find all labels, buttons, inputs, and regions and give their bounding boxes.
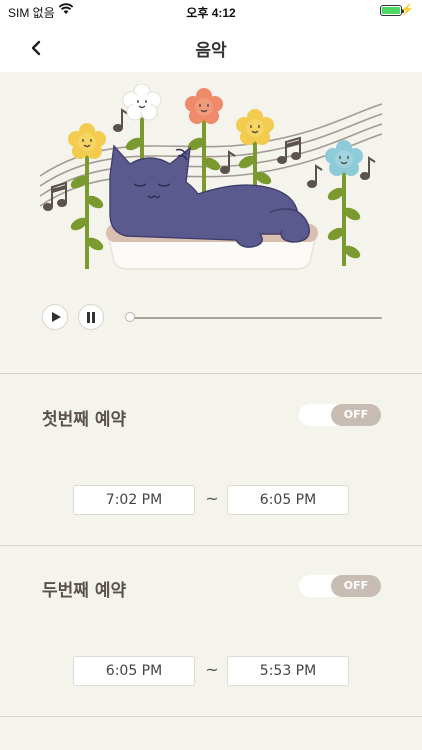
pause-icon [87,312,95,323]
reservation-1-end-time[interactable]: 6:05 PM [227,485,349,515]
progress-track[interactable] [130,317,382,319]
divider [0,716,422,717]
flower-blue [325,140,363,266]
battery-icon [380,5,404,16]
reservation-2-start-time[interactable]: 6:05 PM [73,656,195,686]
reservation-2-toggle[interactable]: OFF [299,575,381,597]
reservation-2-end-time[interactable]: 5:53 PM [227,656,349,686]
divider [0,373,422,374]
flower-orange [185,88,223,194]
reservation-1-title: 첫번째 예약 [42,410,127,430]
chevron-left-icon [31,40,41,56]
page-title: 음악 [195,41,227,61]
nav-bar: 음악 [0,24,422,72]
time-separator: ~ [205,660,219,679]
toggle-knob: OFF [331,404,381,426]
charging-icon: ⚡ [400,4,414,16]
status-bar: SIM 없음 오후 4:12 ⚡ [0,0,422,24]
divider [0,545,422,546]
pause-button[interactable] [78,304,104,330]
time-separator: ~ [205,489,219,508]
play-button[interactable] [42,304,68,330]
reservation-1-toggle[interactable]: OFF [299,404,381,426]
reservation-1-start-time[interactable]: 7:02 PM [73,485,195,515]
back-button[interactable] [24,34,52,62]
music-player [42,304,382,334]
toggle-knob: OFF [331,575,381,597]
sleeping-cat-illustration [39,84,383,270]
progress-thumb[interactable] [125,312,135,322]
reservation-2-title: 두번째 예약 [42,581,127,601]
clock: 오후 4:12 [186,6,236,20]
play-icon [52,312,61,322]
flower-yellow-left [68,123,106,269]
